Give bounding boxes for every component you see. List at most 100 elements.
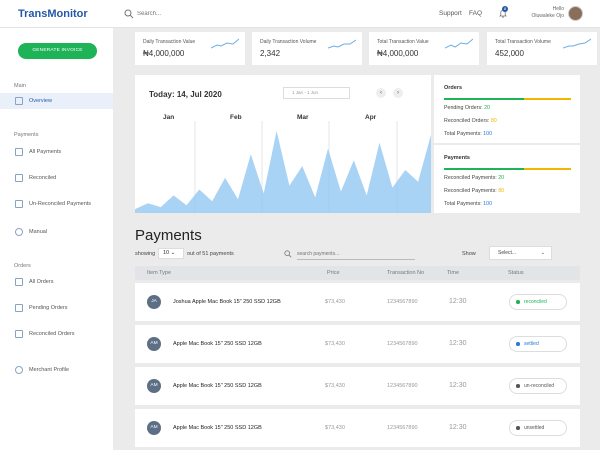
app-logo[interactable]: TransMonitor (18, 8, 88, 20)
sidebar-item-all-payments[interactable]: All Payments (0, 144, 113, 160)
user-avatar[interactable] (568, 6, 583, 21)
generate-invoice-button[interactable]: GENERATE INVOICE (18, 43, 97, 59)
reconciled-payments-value: 20 (498, 175, 505, 181)
unreconciled-icon (15, 200, 23, 208)
stat-card-total-value: Total Transaction Value ₦4,000,000 (369, 32, 479, 65)
sidebar-item-reconciled[interactable]: Reconciled (0, 170, 113, 186)
total-payments-label: Total Payments: (444, 201, 482, 207)
item-name: Apple Mac Book 15" 250 SSD 12GB (173, 425, 262, 431)
total-payments-value: 100 (483, 201, 493, 207)
table-row[interactable]: JA Joshua Apple Mac Book 15" 250 SSD 12GB… (135, 283, 580, 321)
sparkline-icon (445, 38, 473, 49)
stat-value: 2,342 (260, 49, 281, 58)
item-price: $73,430 (325, 383, 345, 389)
sidebar-item-label: Reconciled Orders (29, 331, 75, 337)
table-row[interactable]: AM Apple Mac Book 15" 250 SSD 12GB $73,430… (135, 409, 580, 447)
transaction-time: 12:30 (449, 424, 467, 431)
pending-orders-icon (15, 304, 23, 312)
sidebar-item-pending-orders[interactable]: Pending Orders (0, 300, 113, 316)
payments-panel-title: Payments (444, 155, 470, 161)
payments-title: Payments (135, 227, 202, 244)
user-name[interactable]: Oluwaleke Ojo (531, 13, 564, 20)
unreconciled-payments-label: Reconciled Payments: (444, 188, 497, 194)
reconciled-orders-label: Reconciled Orders: (444, 118, 490, 124)
status-text: settled (524, 341, 539, 347)
transaction-time: 12:30 (449, 382, 467, 389)
orders-title: Orders (444, 85, 463, 91)
transaction-time: 12:30 (449, 298, 467, 305)
status-filter-select[interactable]: Select... ⌄ (489, 246, 552, 260)
support-link[interactable]: Support (439, 10, 462, 17)
month-label: Mar (297, 114, 309, 121)
reconciled-orders-value: 80 (490, 118, 497, 124)
manual-icon (15, 228, 23, 236)
sidebar-item-manual[interactable]: Manual (0, 224, 113, 240)
stat-title: Total Transaction Volume (495, 39, 551, 45)
sidebar-heading-payments: Payments (14, 132, 39, 138)
month-label: Feb (230, 114, 242, 121)
chevron-down-icon: ⌄ (540, 250, 545, 256)
global-search-input[interactable] (137, 8, 257, 20)
stat-card-daily-value: Daily Transaction Value ₦4,000,000 (135, 32, 245, 65)
page-size-select[interactable]: 10 ⌄ (158, 248, 184, 259)
column-header-price[interactable]: Price (327, 270, 340, 276)
month-label: Jan (163, 114, 175, 121)
sidebar-item-label: Pending Orders (29, 305, 68, 311)
faq-link[interactable]: FAQ (469, 10, 482, 17)
item-name: Joshua Apple Mac Book 15" 250 SSD 12GB (173, 299, 281, 305)
total-payments-line: Total Payments: 100 (444, 201, 492, 207)
status-dot (516, 342, 520, 346)
transaction-time: 12:30 (449, 340, 467, 347)
status-text: unsettled (524, 425, 545, 431)
item-name: Apple Mac Book 15" 250 SSD 12GB (173, 383, 262, 389)
status-badge[interactable]: reconciled (509, 294, 567, 310)
table-row[interactable]: AM Apple Mac Book 15" 250 SSD 12GB $73,430… (135, 325, 580, 363)
transaction-number: 1234567890 (387, 299, 418, 305)
sidebar-item-label: Overview (29, 98, 52, 104)
total-payments-label: Total Payments: (444, 131, 482, 137)
column-header-transaction-no[interactable]: Transaction No (387, 270, 424, 276)
sidebar-heading-main: Main (14, 83, 26, 89)
show-filter-label: Show (462, 251, 476, 257)
status-badge[interactable]: unsettled (509, 420, 567, 436)
all-payments-icon (15, 148, 23, 156)
avatar: JA (147, 295, 161, 309)
overview-icon (15, 97, 23, 105)
column-header-status[interactable]: Status (508, 270, 524, 276)
pending-orders-label: Pending Orders: (444, 105, 483, 111)
status-badge[interactable]: un-reconciled (509, 378, 567, 394)
stat-card-total-volume: Total Transaction Volume 452,000 (487, 32, 597, 65)
sidebar-item-overview[interactable]: Overview (0, 93, 113, 109)
sidebar-item-all-orders[interactable]: All Orders (0, 274, 113, 290)
chart-next-button[interactable]: › (393, 88, 403, 98)
sidebar-item-reconciled-orders[interactable]: Reconciled Orders (0, 326, 113, 342)
table-row[interactable]: AM Apple Mac Book 15" 250 SSD 12GB $73,430… (135, 367, 580, 405)
stat-title: Daily Transaction Volume (260, 39, 317, 45)
payments-search-input[interactable] (297, 248, 415, 260)
today-label: Today: 14, Jul 2020 (149, 90, 222, 99)
reconciled-orders-icon (15, 330, 23, 338)
status-text: un-reconciled (524, 383, 555, 389)
status-badge[interactable]: settled (509, 336, 567, 352)
sidebar-item-unreconciled[interactable]: Un-Reconciled Payments (0, 196, 113, 212)
date-range-select[interactable]: 1 Jan - 1 Jun (283, 87, 350, 99)
page-size-value: 10 (163, 250, 170, 256)
stat-value: ₦4,000,000 (377, 49, 419, 58)
area-series (135, 130, 431, 213)
payments-progress-bar (444, 168, 571, 170)
column-header-item-type[interactable]: Item Type (147, 270, 171, 276)
orders-summary-panel: Orders Pending Orders: 20 Reconciled Ord… (434, 75, 580, 143)
sparkline-icon (328, 39, 356, 49)
sparkline-icon (211, 38, 239, 49)
unreconciled-payments-line: Reconciled Payments: 80 (444, 188, 504, 194)
stat-title: Daily Transaction Value (143, 39, 196, 45)
notification-badge: 8 (502, 6, 508, 12)
chart-prev-button[interactable]: ‹ (376, 88, 386, 98)
stat-card-daily-volume: Daily Transaction Volume 2,342 (252, 32, 362, 65)
unreconciled-payments-value: 80 (498, 188, 505, 194)
sidebar-item-merchant-profile[interactable]: Merchant Profile (0, 362, 113, 378)
search-icon (284, 250, 292, 258)
sidebar-item-label: Reconciled (29, 175, 57, 181)
column-header-time[interactable]: Time (447, 270, 459, 276)
item-price: $73,430 (325, 299, 345, 305)
